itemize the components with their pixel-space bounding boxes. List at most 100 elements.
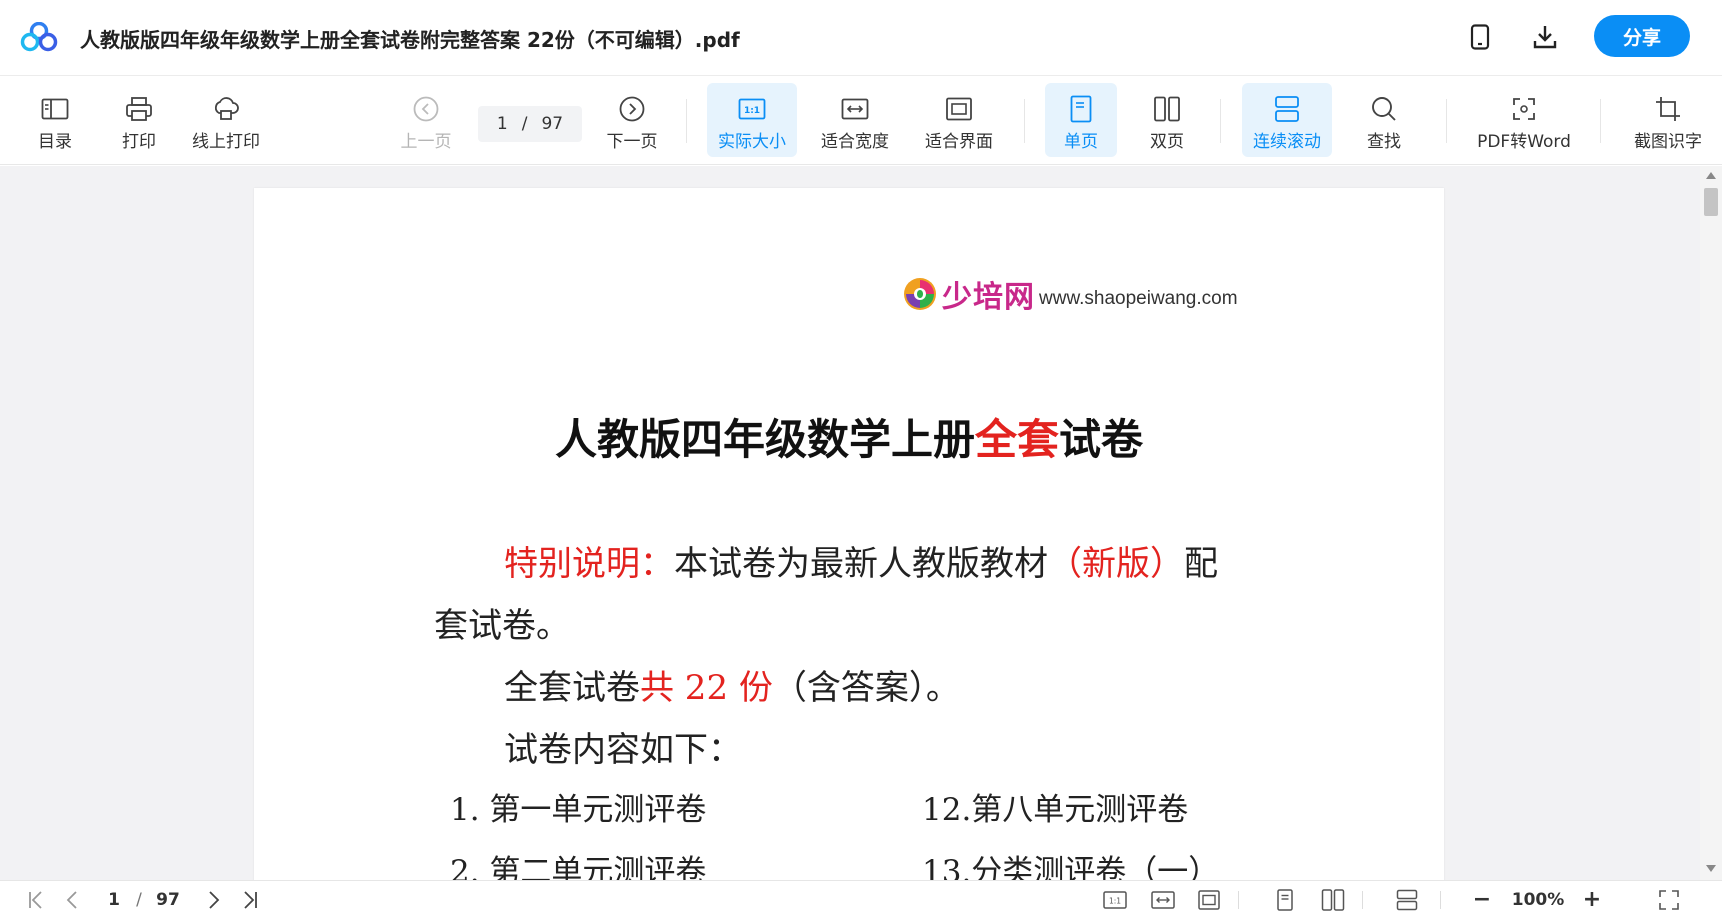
prev-page-button[interactable]: 上一页 [396, 83, 456, 157]
pdf-to-word-label: PDF转Word [1477, 132, 1571, 152]
convert-icon [1510, 95, 1538, 123]
list-item: 12.第八单元测评卷 [922, 792, 1189, 828]
note-text: 配 [1184, 544, 1218, 584]
scroll-thumb[interactable] [1704, 188, 1718, 216]
online-print-button[interactable]: 线上打印 [186, 83, 266, 157]
download-icon[interactable] [1530, 22, 1560, 52]
count-paragraph: 全套试卷共 22 份（含答案）。 [504, 660, 960, 709]
total-pages: 97 [541, 114, 564, 134]
find-button[interactable]: 查找 [1354, 83, 1414, 157]
screenshot-ocr-label: 截图识字 [1634, 132, 1702, 152]
fit-screen-button[interactable]: 适合界面 [918, 83, 1000, 157]
contents-intro: 试卷内容如下： [504, 730, 742, 770]
document-viewer[interactable]: 少培网 www.shaopeiwang.com 人教版四年级数学上册全套试卷 特… [0, 166, 1700, 880]
zoom-in-button[interactable]: + [1580, 881, 1604, 917]
note-text: 本试卷为最新人教版教材 [674, 544, 1048, 584]
actual-size-icon: 1:1 [738, 95, 766, 123]
first-page-icon[interactable] [22, 881, 50, 917]
fit-width-small-icon[interactable] [1148, 881, 1178, 917]
toc-label: 目录 [38, 132, 72, 152]
pdf-to-word-button[interactable]: PDF转Word [1472, 83, 1576, 157]
prev-page-icon[interactable] [60, 881, 84, 917]
note-continuation: 套试卷。 [434, 606, 570, 646]
double-page-label: 双页 [1150, 132, 1184, 152]
brand-logo-icon [904, 278, 936, 310]
double-page-button[interactable]: 双页 [1134, 83, 1200, 157]
single-page-icon [1069, 95, 1093, 123]
brand-url: www.shaopeiwang.com [1039, 288, 1238, 309]
title-bar: 人教版版四年级年级数学上册全套试卷附完整答案 22份（不可编辑）.pdf 分享 [0, 0, 1722, 76]
fit-screen-label: 适合界面 [925, 132, 993, 152]
note-label: 特别说明： [504, 544, 674, 584]
bottom-divider [1440, 891, 1441, 909]
fit-width-icon [841, 95, 869, 123]
note-highlight: （新版） [1048, 544, 1184, 584]
single-page-button[interactable]: 单页 [1045, 83, 1117, 157]
print-button[interactable]: 打印 [112, 83, 166, 157]
scroll-up-icon[interactable] [1706, 172, 1716, 179]
svg-text:1:1: 1:1 [744, 106, 760, 116]
page-separator: / [521, 114, 528, 134]
heading-text: 试卷 [1059, 415, 1144, 464]
count-text: 全套试卷 [504, 668, 640, 708]
current-page: 1 [496, 114, 508, 134]
fullscreen-icon[interactable] [1654, 881, 1684, 917]
cloud-print-icon [212, 95, 240, 123]
next-page-button[interactable]: 下一页 [602, 83, 662, 157]
double-page-icon [1153, 95, 1181, 123]
print-label: 打印 [122, 132, 156, 152]
heading-highlight: 全套 [974, 415, 1059, 464]
screenshot-ocr-button[interactable]: 截图识字 [1628, 83, 1708, 157]
scroll-down-icon[interactable] [1706, 865, 1716, 872]
sidebar-toggle-icon [41, 95, 69, 123]
phone-icon[interactable] [1465, 22, 1495, 52]
list-item: 13.分类测评卷（一） [922, 854, 1220, 880]
actual-size-button[interactable]: 1:1 实际大小 [707, 83, 797, 157]
list-item: 1. 第一单元测评卷 [450, 792, 707, 828]
chevron-right-circle-icon [618, 95, 646, 123]
zoom-out-button[interactable]: − [1470, 881, 1494, 917]
toolbar-divider [1600, 99, 1601, 143]
app-logo-icon [20, 22, 58, 52]
toc-button[interactable]: 目录 [28, 83, 82, 157]
brand-name: 少培网 [942, 280, 1035, 315]
bottom-bar: 1 / 97 1:1 − 100% + [0, 880, 1722, 917]
svg-text:1:1: 1:1 [1109, 896, 1121, 905]
note-paragraph: 特别说明：本试卷为最新人教版教材（新版）配 [504, 536, 1218, 585]
toolbar-divider [686, 99, 687, 143]
share-button[interactable]: 分享 [1594, 15, 1690, 57]
online-print-label: 线上打印 [192, 132, 260, 152]
continuous-scroll-small-icon[interactable] [1392, 881, 1422, 917]
page-number-input[interactable]: 1 / 97 [478, 106, 582, 142]
actual-size-small-icon[interactable]: 1:1 [1100, 881, 1130, 917]
double-page-small-icon[interactable] [1318, 881, 1348, 917]
continuous-scroll-label: 连续滚动 [1253, 132, 1321, 152]
fit-screen-icon [945, 95, 973, 123]
search-icon [1370, 95, 1398, 123]
bottom-divider [1238, 891, 1239, 909]
bottom-current-page[interactable]: 1 [104, 881, 124, 917]
vertical-scrollbar[interactable] [1700, 166, 1722, 880]
actual-size-label: 实际大小 [718, 132, 786, 152]
fit-width-label: 适合宽度 [821, 132, 889, 152]
bottom-divider [1362, 891, 1363, 909]
document-title: 人教版版四年级年级数学上册全套试卷附完整答案 22份（不可编辑）.pdf [80, 28, 740, 52]
continuous-scroll-icon [1274, 95, 1300, 123]
fit-screen-small-icon[interactable] [1194, 881, 1224, 917]
next-page-icon[interactable] [202, 881, 226, 917]
continuous-scroll-button[interactable]: 连续滚动 [1242, 83, 1332, 157]
last-page-icon[interactable] [236, 881, 264, 917]
bottom-page-separator: / [136, 889, 142, 910]
bottom-total-pages: 97 [156, 889, 180, 910]
fit-width-button[interactable]: 适合宽度 [814, 83, 896, 157]
single-page-small-icon[interactable] [1270, 881, 1300, 917]
single-page-label: 单页 [1064, 132, 1098, 152]
heading-text: 人教版四年级数学上册 [554, 415, 975, 464]
prev-page-label: 上一页 [400, 132, 452, 152]
crop-icon [1654, 95, 1682, 123]
zoom-level[interactable]: 100% [1506, 881, 1570, 917]
toolbar-divider [1220, 99, 1221, 143]
list-item: 2. 第二单元测评卷 [450, 854, 707, 880]
count-text: （含答案）。 [772, 668, 960, 708]
toolbar-divider [1446, 99, 1447, 143]
